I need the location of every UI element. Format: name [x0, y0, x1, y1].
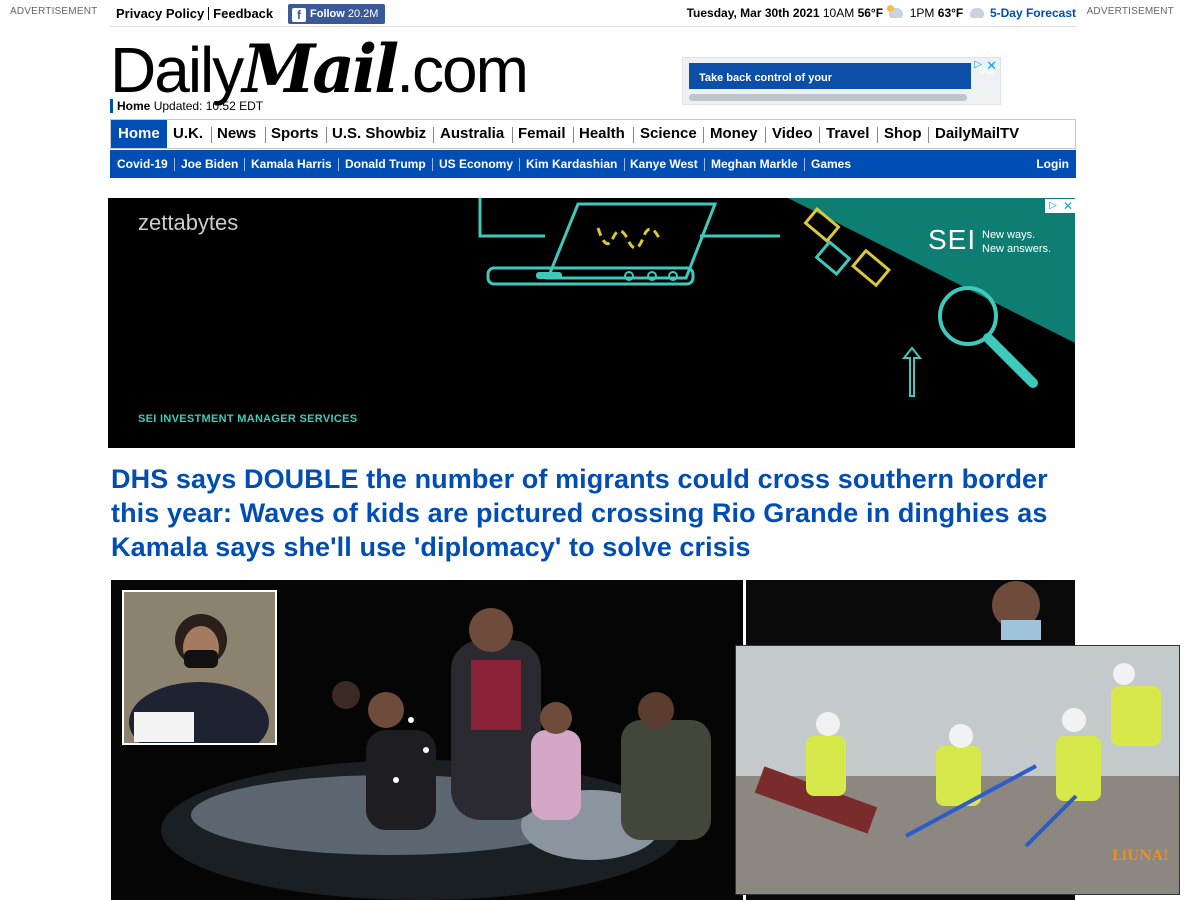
nav-divider	[624, 158, 625, 171]
nav-divider	[877, 127, 878, 143]
sei-tagline-line-1: New ways.	[982, 229, 1036, 241]
topic-donald-trump[interactable]: Donald Trump	[345, 150, 426, 178]
nav-divider	[573, 127, 574, 143]
topic-meghan-markle[interactable]: Meghan Markle	[711, 150, 798, 178]
article-headline[interactable]: DHS says DOUBLE the number of migrants c…	[111, 462, 1081, 564]
nav-item-science[interactable]: Science	[640, 120, 697, 148]
nav-divider	[244, 158, 245, 171]
sun-cloud-icon	[887, 5, 904, 18]
primary-nav: Home U.K. News Sports U.S. Showbiz Austr…	[110, 119, 1076, 149]
nav-item-australia[interactable]: Australia	[440, 120, 504, 148]
nav-divider	[432, 158, 433, 171]
adchoices-icon[interactable]: ▷	[1045, 199, 1061, 213]
divider	[208, 7, 210, 20]
topic-kanye-west[interactable]: Kanye West	[630, 150, 698, 178]
nav-divider	[519, 158, 520, 171]
weather-time-1: 10AM	[822, 6, 855, 20]
topic-joe-biden[interactable]: Joe Biden	[181, 150, 238, 178]
nav-divider	[703, 127, 704, 143]
nav-item-dailymailtv[interactable]: DailyMailTV	[935, 120, 1019, 148]
nav-divider	[765, 127, 766, 143]
nav-item-sports[interactable]: Sports	[271, 120, 319, 148]
weather-time-2: 1PM	[909, 6, 935, 20]
updated-timestamp: Home Updated: 10:52 EDT	[110, 99, 263, 113]
current-date: Tuesday, Mar 30th 2021	[686, 6, 820, 20]
advertisement-label-right: ADVERTISEMENT	[1086, 6, 1174, 17]
weather-temp-2: 63°F	[937, 6, 964, 20]
liuna-logo: LiUNA!	[1111, 848, 1169, 864]
nav-divider	[211, 127, 212, 143]
sei-display-ad[interactable]: zettabytes SEI New ways. New answers. SE…	[108, 198, 1075, 448]
nav-item-uk[interactable]: U.K.	[173, 120, 203, 148]
laptop-slot	[536, 272, 562, 279]
ad-signal-line	[596, 227, 662, 250]
nav-item-news[interactable]: News	[217, 120, 256, 148]
facebook-icon: f	[292, 8, 306, 22]
facebook-follow-label: Follow	[310, 8, 345, 20]
logo-mail: Mail	[242, 30, 399, 108]
close-icon[interactable]: ✕	[1061, 199, 1075, 213]
nav-item-shop[interactable]: Shop	[884, 120, 922, 148]
nav-divider	[928, 127, 929, 143]
nav-item-us-showbiz[interactable]: U.S. Showbiz	[332, 120, 426, 148]
sei-logo: SEI	[928, 224, 977, 255]
nav-divider	[338, 158, 339, 171]
kamala-harris-inset-photo[interactable]	[122, 590, 277, 745]
close-icon[interactable]: ✕	[986, 58, 997, 74]
ad-footer-text: SEI INVESTMENT MANAGER SERVICES	[138, 413, 358, 425]
ad-circuit-line	[478, 198, 545, 238]
nav-item-video[interactable]: Video	[772, 120, 813, 148]
nav-divider	[265, 127, 266, 143]
nav-divider	[804, 158, 805, 171]
facebook-follow-button[interactable]: f Follow 20.2M	[288, 4, 385, 24]
advertisement-label-left: ADVERTISEMENT	[10, 6, 98, 17]
cloud-icon	[969, 8, 984, 18]
nav-item-femail[interactable]: Femail	[518, 120, 566, 148]
topic-kamala-harris[interactable]: Kamala Harris	[251, 150, 332, 178]
adchoices-icon[interactable]: ▷	[974, 59, 982, 70]
ad-chip-icon	[850, 248, 892, 288]
nav-divider	[326, 127, 327, 143]
top-links: Privacy Policy Feedback	[116, 6, 273, 21]
logo-com: .com	[396, 34, 529, 106]
arrow-up-icon	[901, 346, 923, 397]
nav-divider	[704, 158, 705, 171]
five-day-forecast-link[interactable]: 5-Day Forecast	[990, 6, 1076, 20]
banner-ad-text: Take back control of your	[689, 63, 971, 89]
secondary-nav: Covid-19 Joe Biden Kamala Harris Donald …	[110, 150, 1076, 178]
nav-divider	[174, 158, 175, 171]
logo-daily: Daily	[110, 34, 244, 106]
nav-divider	[433, 127, 434, 143]
site-logo[interactable]: DailyMail.com	[110, 30, 529, 108]
topic-games[interactable]: Games	[811, 150, 851, 178]
topic-us-economy[interactable]: US Economy	[439, 150, 513, 178]
nav-divider	[819, 127, 820, 143]
topic-kim-kardashian[interactable]: Kim Kardashian	[526, 150, 617, 178]
nav-item-travel[interactable]: Travel	[826, 120, 869, 148]
photo-scene	[124, 592, 275, 743]
nav-divider	[633, 127, 634, 143]
banner-ad-scrollbar[interactable]	[689, 94, 967, 101]
section-home-label: Home	[117, 99, 151, 113]
facebook-follower-count: 20.2M	[347, 8, 379, 20]
feedback-link[interactable]: Feedback	[213, 6, 273, 21]
updated-time: Updated: 10:52 EDT	[153, 99, 264, 113]
nav-divider	[512, 127, 513, 143]
sei-tagline: New ways. New answers.	[982, 228, 1051, 256]
privacy-policy-link[interactable]: Privacy Policy	[116, 6, 204, 21]
topic-covid-19[interactable]: Covid-19	[117, 150, 168, 178]
nav-item-health[interactable]: Health	[579, 120, 625, 148]
weather-strip: Tuesday, Mar 30th 2021 10AM 56°F 1PM 63°…	[686, 5, 1076, 20]
ad-headline-text: zettabytes	[138, 210, 239, 235]
nav-item-home[interactable]: Home	[111, 120, 167, 148]
sei-tagline-line-2: New answers.	[982, 243, 1052, 255]
weather-temp-1: 56°F	[857, 6, 884, 20]
inset-photo-image	[124, 592, 275, 743]
top-strip: Privacy Policy Feedback f Follow 20.2M Tue…	[110, 0, 1076, 27]
laptop-base-icon	[486, 266, 695, 286]
nav-item-money[interactable]: Money	[710, 120, 758, 148]
banner-ad[interactable]: Take back control of your IAS ▷ ✕	[682, 57, 1001, 105]
video-ad-player[interactable]: LiUNA!	[735, 645, 1180, 895]
login-link[interactable]: Login	[1036, 150, 1069, 178]
